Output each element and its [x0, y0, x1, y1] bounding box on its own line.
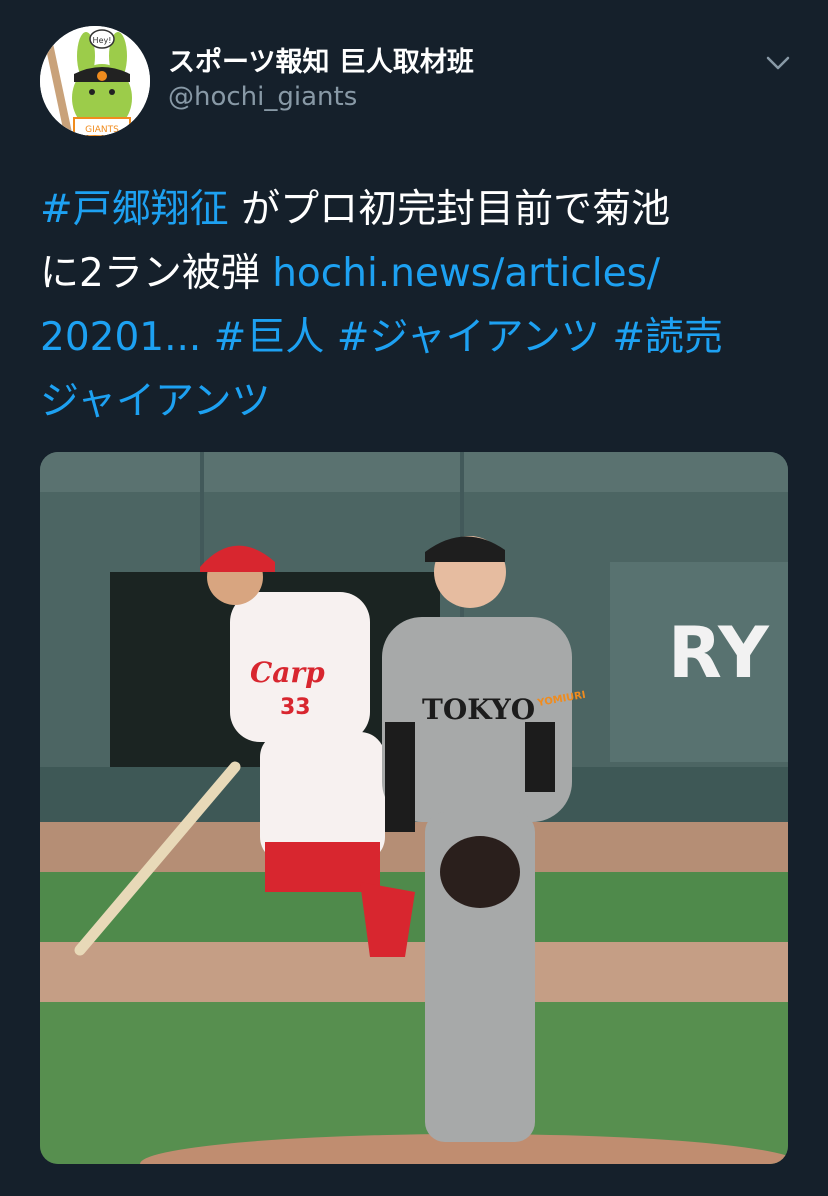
article-link[interactable]: hochi.news/articles/	[272, 251, 660, 296]
hashtag-link[interactable]: #戸郷翔征	[40, 187, 229, 232]
avatar[interactable]: GIANTS Hey!	[40, 26, 150, 136]
more-options-chevron-icon[interactable]	[762, 50, 794, 76]
author-display-name[interactable]: スポーツ報知 巨人取材班	[168, 40, 474, 79]
hashtag-link[interactable]: #ジャイアンツ	[324, 315, 600, 360]
tweet-text-segment: に2ラン被弾	[40, 251, 273, 296]
author-handle[interactable]: @hochi_giants	[168, 82, 357, 112]
article-link-continued[interactable]: 20201...	[40, 315, 201, 360]
avatar-jersey-text: GIANTS	[85, 125, 119, 135]
hashtag-link[interactable]: #巨人	[201, 315, 325, 360]
hashtag-link-continued[interactable]: ジャイアンツ	[40, 379, 271, 424]
stadium-sign-text: RY	[668, 612, 770, 694]
tweet-text-segment: がプロ初完封目前で菊池	[228, 187, 671, 232]
pitcher-jersey-text: TOKYO	[422, 693, 535, 726]
hashtag-link[interactable]: #読売	[600, 315, 723, 360]
batter-number-text: 33	[280, 695, 311, 720]
tweet-line-2: に2ラン被弾 hochi.news/articles/	[40, 242, 800, 306]
mascot-avatar-image: GIANTS Hey!	[40, 26, 150, 136]
tweet-line-4: ジャイアンツ	[40, 370, 800, 434]
tweet-line-3: 20201... #巨人 #ジャイアンツ #読売	[40, 306, 800, 370]
batter-jersey-text: Carp	[250, 656, 325, 689]
avatar-bubble-text: Hey!	[93, 36, 112, 45]
tweet-line-1: #戸郷翔征 がプロ初完封目前で菊池	[40, 178, 800, 242]
tweet-text: #戸郷翔征 がプロ初完封目前で菊池 に2ラン被弾 hochi.news/arti…	[40, 178, 800, 434]
tweet-photo[interactable]: RY Carp 33 TOKYO YOMIURI	[40, 452, 788, 1164]
